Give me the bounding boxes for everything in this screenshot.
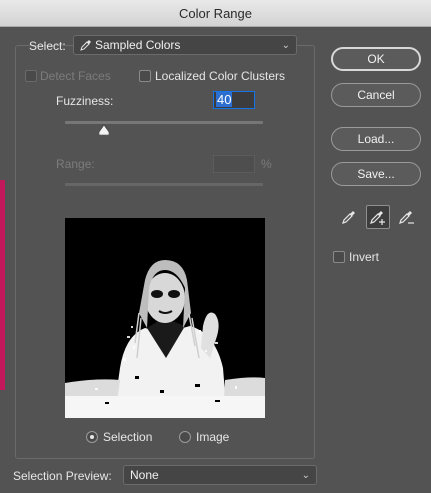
select-dropdown[interactable]: Sampled Colors ⌄	[73, 35, 297, 55]
fuzziness-value: 40	[216, 92, 233, 107]
selection-preview-value: None	[130, 468, 159, 482]
select-value: Sampled Colors	[95, 38, 181, 52]
title-bar: Color Range	[0, 0, 431, 27]
localized-clusters-label: Localized Color Clusters	[155, 69, 286, 83]
eyedropper-plus-tool[interactable]	[366, 205, 390, 229]
selection-radio-label: Selection	[103, 430, 153, 444]
cancel-button-label: Cancel	[357, 88, 395, 102]
load-button-label: Load...	[357, 132, 395, 146]
image-radio[interactable]	[179, 431, 191, 443]
ok-button[interactable]: OK	[331, 47, 421, 71]
fuzziness-label: Fuzziness:	[56, 94, 114, 108]
selection-preview-label: Selection Preview:	[13, 469, 112, 483]
fuzziness-slider-track[interactable]	[65, 121, 263, 124]
chevron-down-icon: ⌄	[281, 39, 290, 51]
invert-checkbox[interactable]	[333, 251, 345, 263]
eyedropper-icon	[80, 40, 91, 51]
eyedropper-minus-tool[interactable]	[395, 205, 419, 229]
range-unit: %	[261, 157, 272, 171]
image-radio-label: Image	[196, 430, 230, 444]
ok-button-label: OK	[367, 52, 385, 66]
load-button[interactable]: Load...	[331, 127, 421, 151]
detect-faces-checkbox[interactable]	[25, 70, 37, 82]
fuzziness-input[interactable]: 40	[213, 91, 255, 109]
select-label: Select:	[29, 39, 66, 53]
selection-radio[interactable]	[86, 431, 98, 443]
eyedropper-tool[interactable]	[337, 205, 361, 229]
eyedropper-plus-icon	[370, 211, 385, 225]
invert-label: Invert	[349, 250, 380, 264]
selection-preview-dropdown[interactable]: None ⌄	[123, 465, 317, 485]
range-slider-track[interactable]	[65, 183, 263, 186]
save-button[interactable]: Save...	[331, 162, 421, 186]
save-button-label: Save...	[357, 167, 395, 181]
cancel-button[interactable]: Cancel	[331, 83, 421, 107]
eyedropper-icon	[342, 211, 355, 224]
chevron-down-icon: ⌄	[301, 469, 310, 481]
fuzziness-slider-thumb[interactable]	[99, 125, 109, 135]
localized-clusters-checkbox[interactable]	[139, 70, 151, 82]
range-label: Range:	[56, 157, 95, 171]
eyedropper-minus-icon	[399, 211, 414, 224]
window-title: Color Range	[179, 5, 252, 21]
range-input[interactable]	[213, 155, 255, 173]
detect-faces-label: Detect Faces	[40, 69, 111, 83]
selection-preview-image	[65, 218, 265, 418]
background-document-strip	[0, 180, 5, 390]
